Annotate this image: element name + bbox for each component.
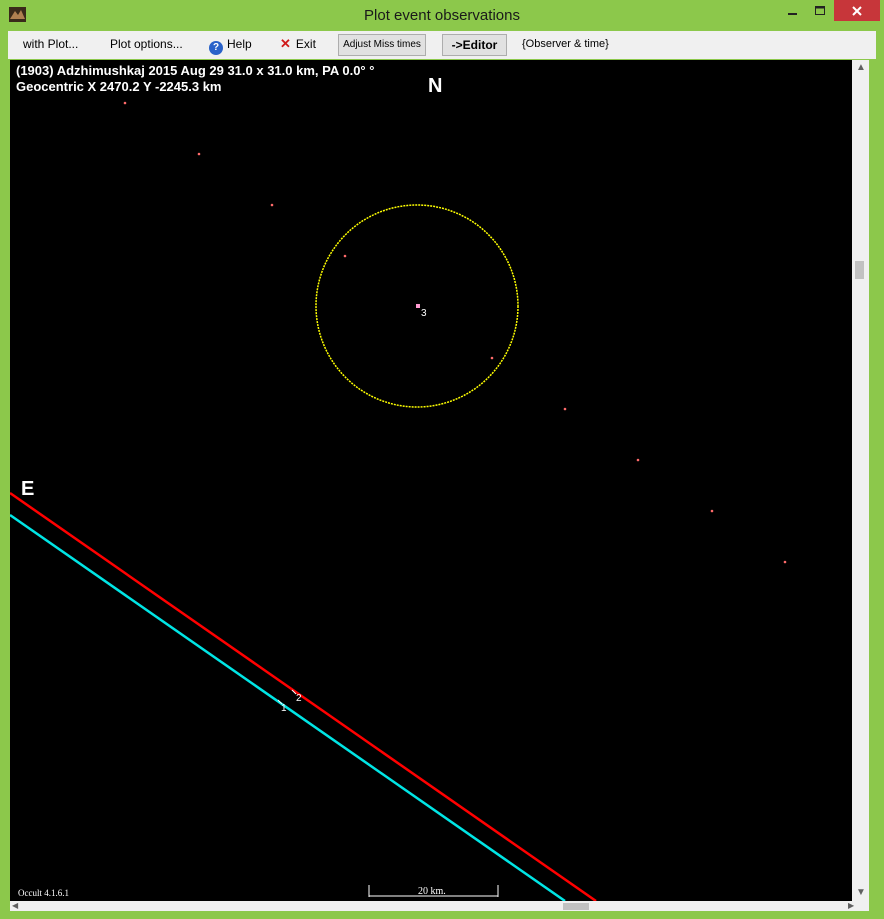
observer-2-label: 2	[296, 693, 302, 704]
close-button[interactable]	[834, 0, 880, 21]
menu-bar: with Plot... Plot options... ? Help ✕ Exit…	[8, 31, 876, 59]
window-title: Plot event observations	[364, 7, 520, 24]
plot-window: Plot event observations with Plot... Plo…	[0, 0, 884, 919]
maximize-icon	[814, 5, 825, 15]
plot-header-geocentric: Geocentric X 2470.2 Y -2245.3 km	[16, 79, 222, 94]
vertical-scrollbar[interactable]: ▲ ▼	[852, 60, 869, 901]
observer-1-label: 1	[281, 703, 287, 714]
chord-line-cyan	[10, 513, 566, 901]
east-label: E	[21, 478, 35, 500]
horizontal-scrollbar[interactable]: ◀ ▶	[10, 901, 869, 911]
north-label: N	[428, 75, 443, 97]
help-menu[interactable]: ? Help	[209, 31, 252, 59]
plot-options-menu[interactable]: Plot options...	[110, 31, 183, 59]
close-x-icon: ✕	[280, 36, 291, 51]
scroll-right-icon[interactable]: ▶	[848, 901, 854, 911]
plot-header-title: (1903) Adzhimushkaj 2015 Aug 29 31.0 x 3…	[16, 63, 375, 78]
adjust-miss-times-button[interactable]: Adjust Miss times	[338, 34, 426, 56]
observer-3-label: 3	[421, 308, 427, 319]
exit-menu[interactable]: ✕ Exit	[280, 31, 316, 59]
center-marker	[416, 304, 420, 308]
scroll-up-icon[interactable]: ▲	[856, 63, 866, 73]
close-icon	[852, 5, 862, 16]
editor-button[interactable]: ->Editor	[442, 34, 507, 56]
plot-graphics	[10, 101, 787, 901]
vertical-scroll-thumb[interactable]	[855, 261, 864, 279]
miss-path-markers	[123, 101, 787, 564]
with-plot-menu[interactable]: with Plot...	[23, 31, 78, 59]
exit-label: Exit	[295, 37, 316, 51]
plot-canvas[interactable]: (1903) Adzhimushkaj 2015 Aug 29 31.0 x 3…	[10, 60, 852, 901]
minimize-icon	[788, 12, 797, 15]
chord-line-red	[10, 491, 597, 901]
scroll-down-icon[interactable]: ▼	[856, 888, 866, 898]
scale-label: 20 km.	[418, 886, 446, 897]
help-icon: ?	[209, 41, 223, 55]
help-label: Help	[227, 37, 252, 51]
observer-time-menu[interactable]: {Observer & time}	[522, 31, 609, 59]
scroll-left-icon[interactable]: ◀	[12, 901, 18, 911]
minimize-button[interactable]	[779, 0, 807, 21]
maximize-button[interactable]	[806, 0, 834, 21]
horizontal-scroll-thumb[interactable]	[563, 903, 589, 910]
version-label: Occult 4.1.6.1	[18, 888, 69, 898]
title-bar: Plot event observations	[0, 0, 884, 31]
